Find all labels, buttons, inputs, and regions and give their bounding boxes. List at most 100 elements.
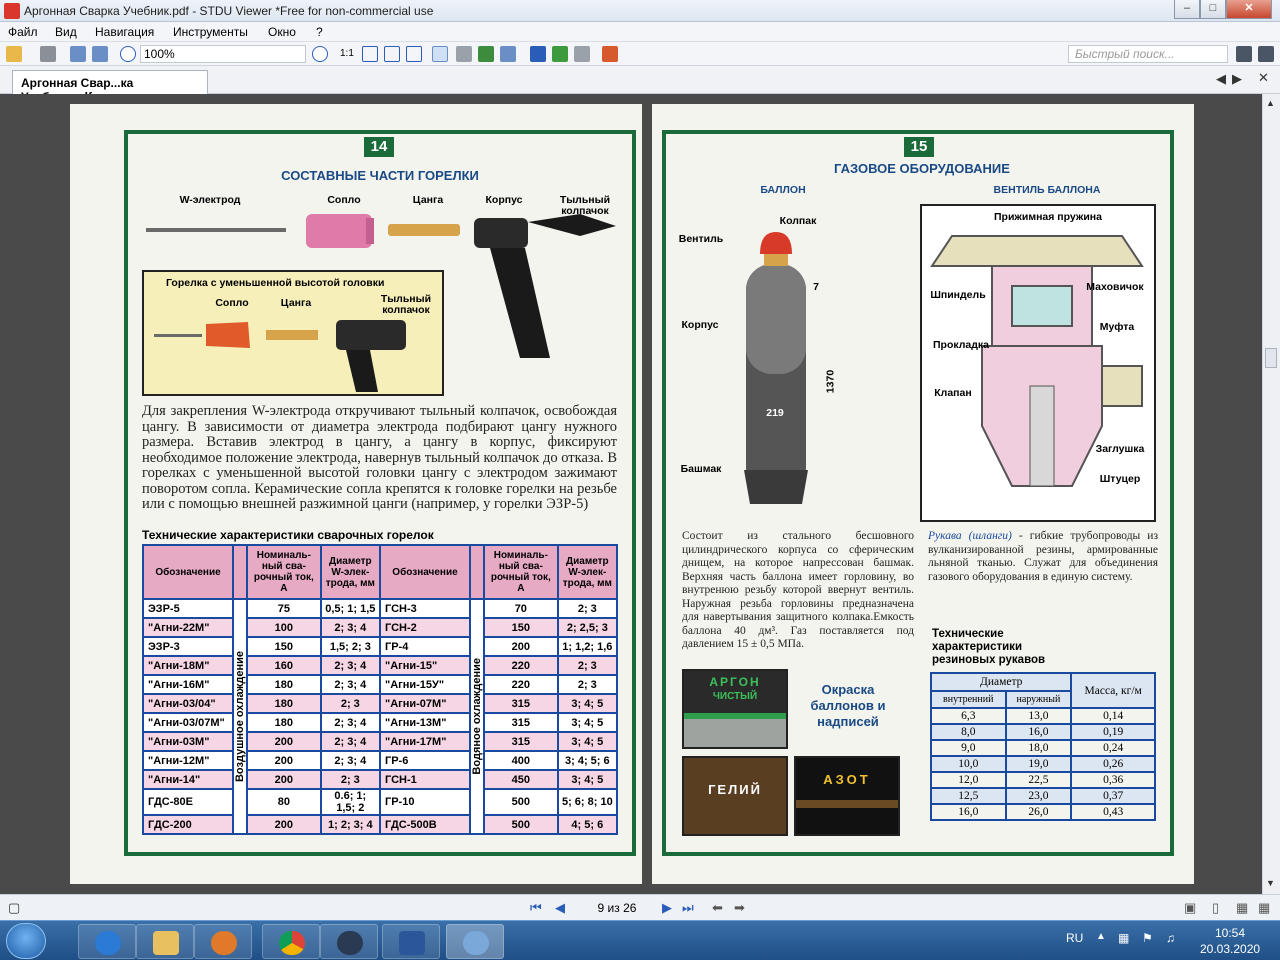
menu-tools[interactable]: Инструменты — [173, 25, 248, 39]
valve-box: Прижимная пружина Шпиндель Маховичок Муф… — [920, 204, 1156, 522]
last-page-icon[interactable]: ⏭ — [682, 901, 694, 915]
history-forward-icon[interactable]: ➡ — [734, 901, 745, 915]
table-cell: 2; 3; 4 — [319, 731, 381, 752]
page-prev-icon[interactable] — [70, 46, 86, 62]
close-button[interactable]: ✕ — [1226, 0, 1272, 19]
menu-window[interactable]: Окно — [268, 25, 296, 39]
open-icon[interactable] — [6, 46, 22, 62]
select-text-icon[interactable] — [456, 46, 472, 62]
menu-help[interactable]: ? — [316, 25, 323, 39]
ie-taskbar-button[interactable] — [78, 924, 136, 959]
fit-height-icon[interactable] — [406, 46, 422, 62]
table-cell: 8,0 — [930, 723, 1007, 741]
page-copy-icon[interactable] — [92, 46, 108, 62]
scroll-up-icon[interactable]: ▲ — [1266, 98, 1275, 108]
menu-file[interactable]: Файл — [8, 25, 38, 39]
tab-next-icon[interactable]: ▶ — [1232, 72, 1242, 86]
table-cell: 26,0 — [1004, 803, 1073, 821]
inset-title: Горелка с уменьшенной высотой головки — [166, 277, 385, 289]
media-taskbar-button[interactable] — [194, 924, 252, 959]
language-indicator[interactable]: RU — [1066, 931, 1083, 945]
actual-size-button[interactable]: 1:1 — [340, 46, 356, 62]
facing-page-icon[interactable]: ▦ — [1236, 901, 1248, 915]
inset-illustration — [154, 320, 406, 392]
stdu-taskbar-button[interactable] — [446, 924, 504, 959]
grid-page-icon[interactable]: ▦ — [1258, 901, 1270, 915]
single-page-icon[interactable]: ▣ — [1184, 901, 1196, 915]
network-icon[interactable]: ▦ — [1118, 931, 1129, 945]
chrome-taskbar-button[interactable] — [262, 924, 320, 959]
continuous-page-icon[interactable]: ▯ — [1212, 901, 1219, 915]
quick-search-input[interactable]: Быстрый поиск... — [1068, 45, 1228, 63]
table-cell: 3; 4; 5 — [556, 769, 619, 790]
scroll-thumb[interactable] — [1265, 348, 1277, 368]
water-cooling-text: Водяное охлаждение — [470, 658, 483, 775]
table-row: "Агни-12М" 200 2; 3; 4 ГР-6 400 3; 4; 5; 6 — [142, 750, 619, 771]
vertical-scrollbar[interactable]: ▲ ▼ — [1262, 94, 1280, 894]
document-viewer[interactable]: 14 СОСТАВНЫЕ ЧАСТИ ГОРЕЛКИ W-электрод Со… — [0, 94, 1262, 894]
find-icon[interactable] — [530, 46, 546, 62]
paint-caption: Окраска баллонов и надписей — [810, 682, 886, 729]
word-taskbar-button[interactable] — [382, 924, 440, 959]
table-cell: 315 — [482, 712, 559, 733]
next-page-icon[interactable]: ▶ — [662, 901, 672, 915]
tab-prev-icon[interactable]: ◀ — [1216, 72, 1226, 86]
start-button[interactable] — [6, 923, 46, 959]
window-title: Аргонная Сварка Учебник.pdf - STDU Viewe… — [24, 4, 434, 18]
history-back-icon[interactable]: ⬅ — [712, 901, 723, 915]
menu-bar: Файл Вид Навигация Инструменты Окно ? — [0, 22, 1280, 42]
cylinder-label: Корпус — [681, 319, 719, 331]
copy-icon[interactable] — [574, 46, 590, 62]
argon-pure-text: ЧИСТЫЙ — [712, 691, 758, 702]
clock[interactable]: 10:54 20.03.2020 — [1200, 925, 1260, 957]
menu-view[interactable]: Вид — [55, 25, 77, 39]
print-icon[interactable] — [40, 46, 56, 62]
zoom-out-icon[interactable] — [120, 46, 136, 62]
chrome-icon — [279, 931, 305, 955]
folder-icon — [153, 931, 179, 955]
find-next-icon[interactable] — [552, 46, 568, 62]
kompas-taskbar-button[interactable] — [320, 924, 378, 959]
table-cell: 150 — [246, 636, 322, 657]
flag-icon[interactable]: ⚑ — [1142, 931, 1153, 945]
table-cell: 1,5; 2; 3 — [319, 636, 381, 657]
first-page-icon[interactable]: ⏮ — [530, 901, 542, 915]
volume-icon[interactable]: ♫ — [1166, 931, 1175, 945]
tray-expand-icon[interactable]: ▲ — [1096, 931, 1106, 942]
document-tab[interactable]: Аргонная Свар...ка Учебник.pdf — [12, 70, 208, 104]
minimize-button[interactable]: – — [1174, 0, 1200, 19]
cylinder-illustration — [744, 232, 808, 504]
table-cell: 100 — [246, 617, 322, 638]
table-cell: 23,0 — [1004, 787, 1073, 805]
hand-tool-icon[interactable] — [432, 46, 448, 62]
hose-header-mass: Масса, кг/м — [1070, 672, 1156, 709]
fit-width-icon[interactable] — [384, 46, 400, 62]
bookmark-icon[interactable] — [602, 46, 618, 62]
torch-specs-table: Обозначение Номиналь-ный сва-рочный ток,… — [142, 544, 619, 835]
snapshot-icon[interactable] — [500, 46, 516, 62]
maximize-button[interactable]: □ — [1200, 0, 1226, 19]
table-cell: 19,0 — [1004, 755, 1073, 773]
table-cell: 2; 3 — [556, 674, 619, 695]
select-image-icon[interactable] — [478, 46, 494, 62]
fit-page-icon[interactable] — [362, 46, 378, 62]
explorer-taskbar-button[interactable] — [136, 924, 194, 959]
zoom-select[interactable]: 100% — [140, 45, 306, 63]
table-cell: 75 — [246, 598, 322, 619]
table-row: "Агни-03/04" 180 2; 3 "Агни-07М" 315 3; 4; 5 — [142, 693, 619, 714]
table-cell: "Агни-03/07М" — [142, 712, 234, 733]
page-indicator[interactable]: 9 из 26 — [582, 899, 652, 917]
prev-page-icon[interactable]: ◀ — [555, 901, 565, 915]
search-icon[interactable] — [1236, 46, 1252, 62]
tab-close-icon[interactable]: ✕ — [1258, 71, 1269, 85]
table-row: ГДС-80Е 80 0.6; 1; 1,5; 2 ГР-10 500 5; 6; 8; … — [142, 788, 619, 816]
zoom-in-icon[interactable] — [312, 46, 328, 62]
table-row: ГДС-200 200 1; 2; 3; 4 ГДС-500В 500 4; 5; 6 — [142, 814, 619, 835]
sidebar-toggle-icon[interactable]: ▢ — [8, 901, 20, 915]
search-options-icon[interactable] — [1258, 46, 1274, 62]
table-cell: 3; 4; 5 — [556, 731, 619, 752]
scroll-down-icon[interactable]: ▼ — [1266, 878, 1275, 888]
menu-navigation[interactable]: Навигация — [95, 25, 154, 39]
table-row: "Агни-22М" 100 2; 3; 4 ГСН-2 150 2; 2,5; 3 — [142, 617, 619, 638]
valve-title: ВЕНТИЛЬ БАЛЛОНА — [993, 184, 1101, 196]
